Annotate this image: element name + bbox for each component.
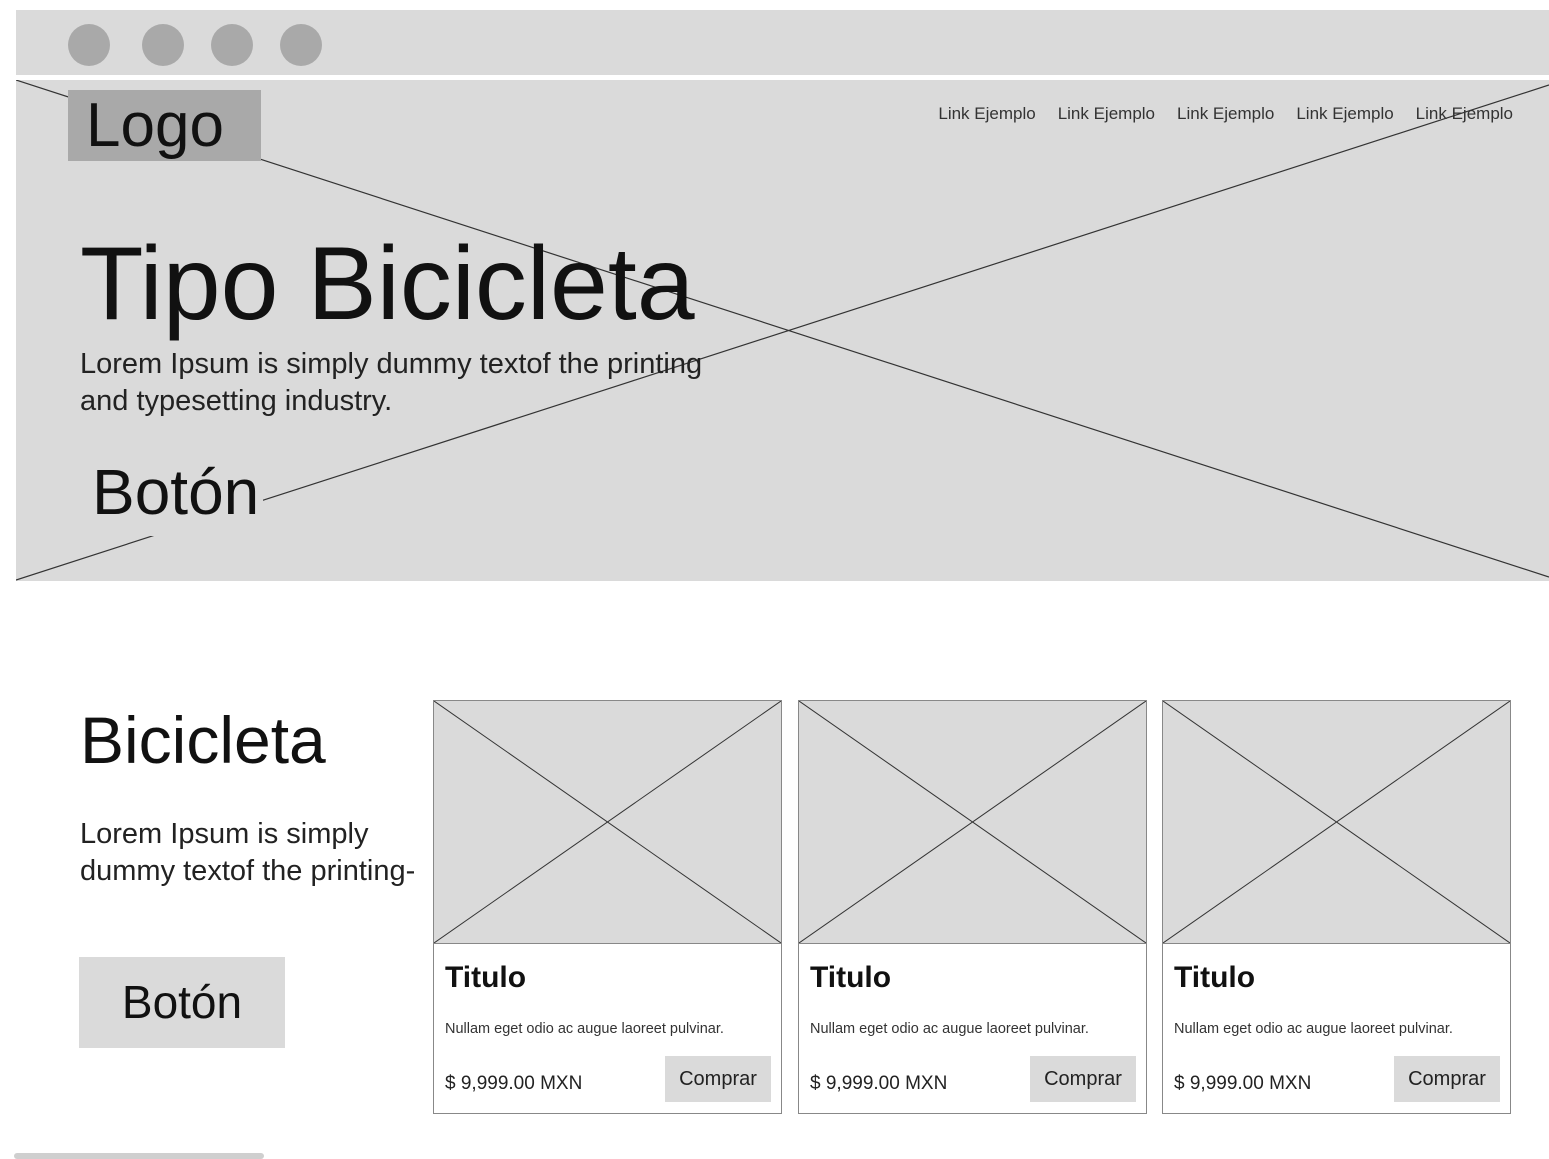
nav-link[interactable]: Link Ejemplo [1416,104,1513,124]
card-price: $ 9,999.00 MXN [445,1073,583,1094]
window-control-dot[interactable] [68,24,110,66]
card-title: Titulo [810,961,892,994]
buy-button[interactable]: Comprar [1394,1056,1500,1102]
buy-button[interactable]: Comprar [665,1056,771,1102]
hero-title: Tipo Bicicleta [80,226,695,342]
card-price: $ 9,999.00 MXN [1174,1073,1312,1094]
nav-link[interactable]: Link Ejemplo [938,104,1035,124]
nav-link[interactable]: Link Ejemplo [1177,104,1274,124]
logo[interactable]: Logo [68,90,261,161]
card-image-placeholder [1163,701,1510,944]
window-control-dot[interactable] [211,24,253,66]
product-card: Titulo Nullam eget odio ac augue laoreet… [798,700,1147,1114]
card-description: Nullam eget odio ac augue laoreet pulvin… [810,1021,1089,1037]
card-price: $ 9,999.00 MXN [810,1073,948,1094]
hero-banner: Logo Link Ejemplo Link Ejemplo Link Ejem… [16,80,1549,581]
window-control-dot[interactable] [280,24,322,66]
window-control-dot[interactable] [142,24,184,66]
nav-link[interactable]: Link Ejemplo [1296,104,1393,124]
section-button[interactable]: Botón [79,957,285,1048]
card-description: Nullam eget odio ac augue laoreet pulvin… [1174,1021,1453,1037]
main-nav: Link Ejemplo Link Ejemplo Link Ejemplo L… [938,104,1513,124]
nav-link[interactable]: Link Ejemplo [1058,104,1155,124]
product-card: Titulo Nullam eget odio ac augue laoreet… [1162,700,1511,1114]
card-image-placeholder [799,701,1146,944]
card-title: Titulo [1174,961,1256,994]
hero-text: Lorem Ipsum is simply dummy textof the p… [80,348,703,417]
horizontal-scrollbar[interactable] [14,1153,264,1159]
product-card: Titulo Nullam eget odio ac augue laoreet… [433,700,782,1114]
hero-button[interactable]: Botón [88,448,264,536]
card-image-placeholder [434,701,781,944]
card-description: Nullam eget odio ac augue laoreet pulvin… [445,1021,724,1037]
section-title: Bicicleta [80,703,326,777]
section-text: Lorem Ipsum is simply dummy textof the p… [80,818,416,887]
window-top-bar [16,10,1549,75]
card-title: Titulo [445,961,527,994]
buy-button[interactable]: Comprar [1030,1056,1136,1102]
